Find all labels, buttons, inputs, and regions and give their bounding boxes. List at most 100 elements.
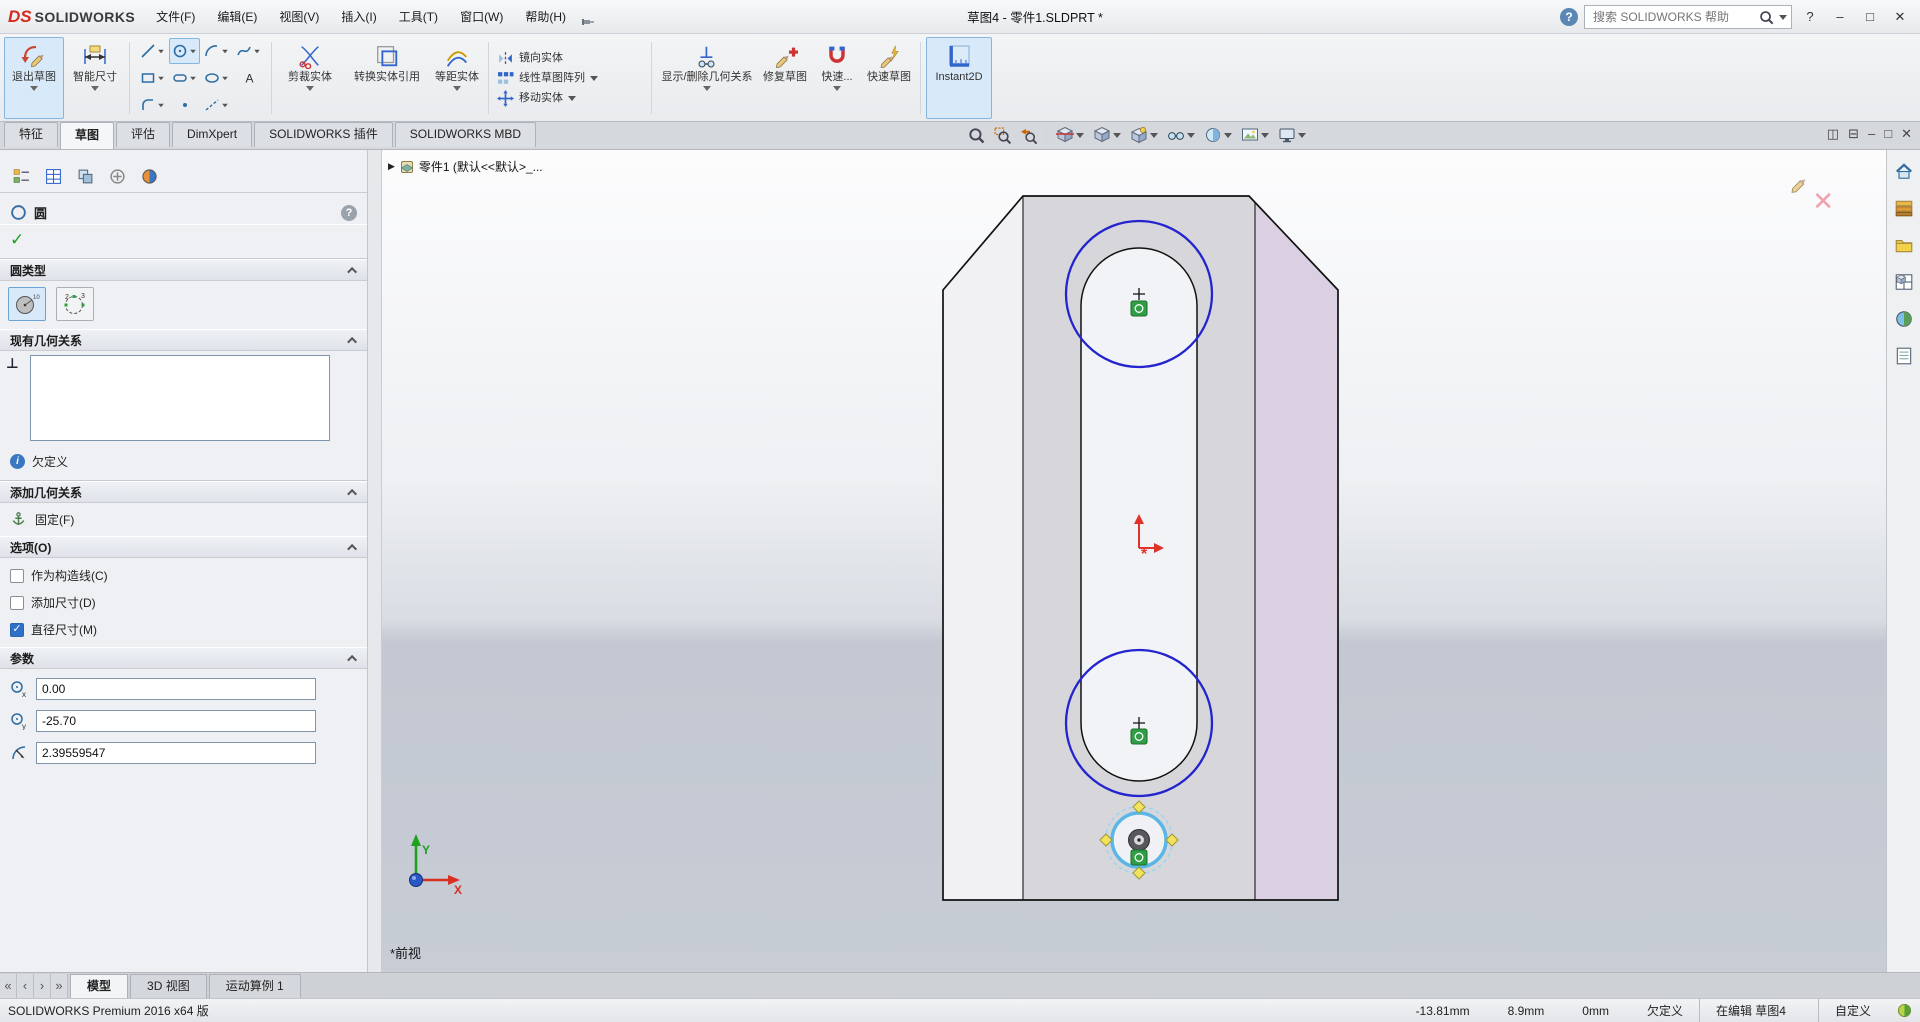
feature-manager-tab[interactable] [6, 164, 36, 188]
zoom-to-fit-icon[interactable] [965, 125, 988, 146]
dropdown-chevron-icon[interactable] [1187, 133, 1195, 138]
menu-view[interactable]: 视图(V) [268, 0, 330, 34]
sketch-indicator-icon[interactable] [1786, 172, 1808, 194]
doc-minimize-icon[interactable]: – [1868, 126, 1875, 142]
menu-help[interactable]: 帮助(H) [514, 0, 577, 34]
dropdown-chevron-icon[interactable] [1224, 133, 1232, 138]
flyout-tree-arrow-icon[interactable]: ▶ [388, 161, 395, 172]
view-palette-icon[interactable] [1891, 269, 1917, 295]
dropdown-chevron-icon[interactable] [1261, 133, 1269, 138]
perimeter-circle-button[interactable]: 32 [56, 287, 94, 321]
menu-window[interactable]: 窗口(W) [449, 0, 514, 34]
maximize-button[interactable]: □ [1856, 4, 1884, 30]
checkbox-icon[interactable]: ✓ [10, 623, 24, 637]
nav-next-button[interactable]: › [34, 974, 51, 998]
point-tool-button[interactable] [169, 92, 200, 118]
option-add-dimensions[interactable]: ✓ 添加尺寸(D) [0, 589, 367, 616]
tab-3d-views[interactable]: 3D 视图 [130, 974, 207, 998]
help-ball-icon[interactable]: ? [1560, 8, 1578, 26]
menu-file[interactable]: 文件(F) [145, 0, 206, 34]
nav-prev-button[interactable]: ‹ [17, 974, 34, 998]
instant2d-button[interactable]: Instant2D [926, 37, 992, 119]
property-manager-tab[interactable] [38, 164, 68, 188]
zoom-area-icon[interactable] [991, 125, 1014, 146]
option-diameter-dimension[interactable]: ✓ 直径尺寸(M) [0, 616, 367, 643]
configuration-manager-tab[interactable] [70, 164, 100, 188]
hide-show-items-icon[interactable] [1164, 124, 1198, 146]
section-circle-type[interactable]: 圆类型 [0, 259, 367, 281]
quick-tips-icon[interactable] [1897, 1003, 1912, 1018]
relations-listbox[interactable] [30, 355, 330, 441]
tab-addins[interactable]: SOLIDWORKS 插件 [254, 122, 393, 147]
doc-restore-icon[interactable]: □ [1884, 126, 1892, 142]
search-dropdown-icon[interactable] [1779, 15, 1787, 20]
nav-last-button[interactable]: » [51, 974, 68, 998]
centerline-tool-button[interactable] [201, 92, 232, 118]
linear-sketch-pattern-button[interactable]: 线性草图阵列 [497, 70, 643, 87]
option-construction-line[interactable]: ✓ 作为构造线(C) [0, 562, 367, 589]
rapid-sketch-button[interactable]: 快速草图 [863, 37, 915, 119]
fillet-tool-button[interactable] [137, 92, 168, 118]
section-parameters[interactable]: 参数 [0, 647, 367, 669]
tab-model[interactable]: 模型 [70, 974, 128, 998]
tab-evaluate[interactable]: 评估 [116, 122, 170, 147]
repair-sketch-button[interactable]: 修复草图 [759, 37, 811, 119]
smart-dimension-button[interactable]: 智能尺寸 [66, 37, 124, 119]
cancel-sketch-icon[interactable]: ✕ [1812, 188, 1834, 214]
section-view-icon[interactable] [1053, 124, 1087, 146]
checkbox-icon[interactable]: ✓ [10, 569, 24, 583]
panel-splitter[interactable] [368, 150, 382, 972]
radius-input[interactable] [36, 742, 316, 764]
tab-dimxpert[interactable]: DimXpert [172, 122, 252, 147]
center-y-input[interactable] [36, 710, 316, 732]
edit-appearance-icon[interactable] [1201, 124, 1235, 146]
appearances-icon[interactable] [1891, 306, 1917, 332]
pm-help-icon[interactable]: ? [341, 205, 357, 221]
previous-view-icon[interactable] [1017, 125, 1040, 146]
custom-properties-icon[interactable] [1891, 343, 1917, 369]
section-options[interactable]: 选项(O) [0, 536, 367, 558]
close-button[interactable]: ✕ [1886, 4, 1914, 30]
graphics-viewport[interactable]: * Y [382, 150, 1886, 972]
pane-layout-icon[interactable]: ⊟ [1848, 126, 1859, 142]
mirror-entities-button[interactable]: 镜向实体 [497, 50, 643, 67]
custom-toolbar-selector[interactable]: 自定义 [1818, 999, 1887, 1022]
display-style-icon[interactable] [1127, 124, 1161, 146]
part-sketch-scene[interactable]: * Y [382, 150, 1886, 972]
trim-entities-button[interactable]: 剪裁实体 [277, 37, 343, 119]
dropdown-chevron-icon[interactable] [703, 86, 711, 91]
fix-relation-button[interactable]: 固定(F) [0, 503, 367, 536]
dropdown-chevron-icon[interactable] [590, 76, 598, 81]
file-explorer-icon[interactable] [1891, 232, 1917, 258]
dropdown-chevron-icon[interactable] [1298, 133, 1306, 138]
dropdown-chevron-icon[interactable] [833, 86, 841, 91]
split-pane-icon[interactable]: ◫ [1827, 126, 1839, 142]
ellipse-tool-button[interactable] [201, 65, 232, 91]
home-icon[interactable] [1891, 158, 1917, 184]
center-circle-button[interactable]: 10 [8, 287, 46, 321]
dropdown-chevron-icon[interactable] [568, 96, 576, 101]
tab-sketch[interactable]: 草图 [60, 122, 114, 149]
offset-entities-button[interactable]: 等距实体 [431, 37, 483, 119]
tab-motion-study[interactable]: 运动算例 1 [209, 974, 301, 998]
breadcrumb[interactable]: ▶ 零件1 (默认<<默认>_... [388, 158, 543, 175]
dropdown-chevron-icon[interactable] [1076, 133, 1084, 138]
dropdown-chevron-icon[interactable] [91, 86, 99, 91]
line-tool-button[interactable] [137, 38, 168, 64]
search-input[interactable] [1593, 10, 1759, 24]
view-orientation-icon[interactable] [1090, 124, 1124, 146]
checkbox-icon[interactable]: ✓ [10, 596, 24, 610]
display-delete-relations-button[interactable]: ⊥ 显示/删除几何关系 [657, 37, 757, 119]
app-help-button[interactable]: ? [1796, 4, 1824, 30]
arc-tool-button[interactable] [201, 38, 232, 64]
quick-snaps-button[interactable]: 快速... [813, 37, 861, 119]
nav-first-button[interactable]: « [0, 974, 17, 998]
search-box[interactable] [1584, 5, 1792, 29]
center-x-input[interactable] [36, 678, 316, 700]
move-entities-button[interactable]: 移动实体 [497, 90, 643, 107]
section-existing-relations[interactable]: 现有几何关系 [0, 329, 367, 351]
circle-tool-button[interactable] [169, 38, 200, 64]
convert-entities-button[interactable]: 转换实体引用 [345, 37, 429, 119]
tab-features[interactable]: 特征 [4, 122, 58, 147]
dropdown-chevron-icon[interactable] [1113, 133, 1121, 138]
